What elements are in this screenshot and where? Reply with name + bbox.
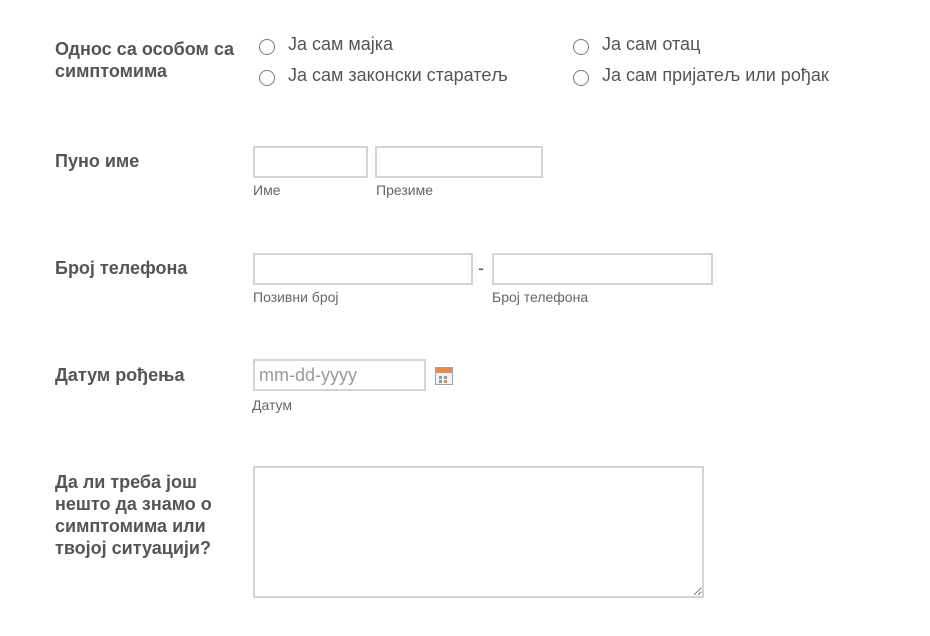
- radio-button[interactable]: [259, 38, 275, 55]
- birth-date-input[interactable]: [253, 359, 426, 391]
- calendar-icon[interactable]: [435, 367, 453, 385]
- extra-info-textarea[interactable]: [253, 466, 704, 598]
- last-name-input[interactable]: [375, 146, 543, 178]
- radio-option-label: Ја сам законски старатељ: [288, 65, 508, 85]
- radio-button[interactable]: [573, 69, 589, 86]
- radio-button[interactable]: [573, 38, 589, 55]
- extra-info-label: Да ли треба још нешто да знамо о симптом…: [55, 472, 212, 558]
- phone-number-input[interactable]: [492, 253, 713, 285]
- birth-date-label: Датум рођења: [55, 365, 185, 385]
- radio-option-mother[interactable]: Ја сам мајка: [259, 34, 393, 55]
- radio-option-label: Ја сам отац: [602, 34, 701, 54]
- phone-number-sublabel: Број телефона: [492, 289, 589, 305]
- area-code-sublabel: Позивни број: [253, 289, 339, 305]
- first-name-input[interactable]: [253, 146, 368, 178]
- phone-label: Број телефона: [55, 258, 188, 278]
- radio-option-label: Ја сам мајка: [288, 34, 394, 54]
- radio-option-father[interactable]: Ја сам отац: [573, 34, 700, 55]
- area-code-input[interactable]: [253, 253, 473, 285]
- phone-separator: -: [478, 258, 484, 278]
- radio-option-label: Ја сам пријатељ или рођак: [602, 65, 829, 85]
- full-name-label: Пуно име: [55, 151, 140, 171]
- first-name-sublabel: Име: [253, 182, 281, 198]
- radio-option-friend-relative[interactable]: Ја сам пријатељ или рођак: [573, 65, 829, 86]
- relationship-label: Однос са особом са симптомима: [55, 39, 235, 81]
- form-page: Однос са особом са симптомима Ја сам мај…: [0, 0, 930, 636]
- birth-date-sublabel: Датум: [252, 397, 292, 413]
- radio-option-guardian[interactable]: Ја сам законски старатељ: [259, 65, 508, 86]
- last-name-sublabel: Презиме: [376, 182, 433, 198]
- radio-button[interactable]: [259, 69, 275, 86]
